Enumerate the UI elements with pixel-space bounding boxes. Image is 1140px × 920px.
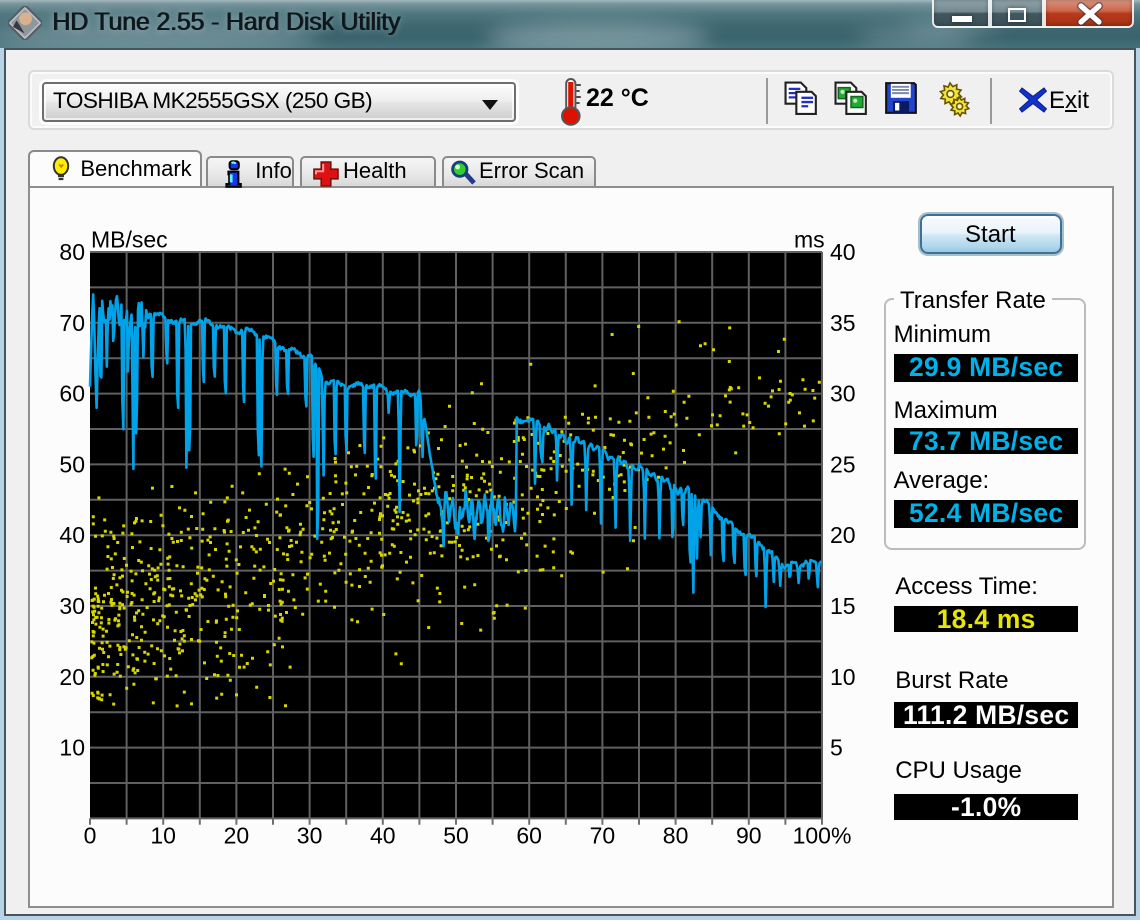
svg-text:10: 10 [830, 664, 856, 690]
svg-text:20: 20 [224, 822, 250, 848]
svg-text:90: 90 [736, 822, 762, 848]
svg-text:50: 50 [443, 822, 469, 848]
svg-text:30: 30 [59, 593, 85, 619]
svg-text:40: 40 [59, 522, 85, 548]
svg-text:30: 30 [830, 381, 856, 407]
svg-text:70: 70 [59, 310, 85, 336]
svg-text:25: 25 [830, 451, 856, 477]
svg-text:0: 0 [84, 822, 97, 848]
svg-text:35: 35 [830, 310, 856, 336]
svg-text:60: 60 [59, 381, 85, 407]
svg-text:ms: ms [794, 226, 825, 252]
svg-text:MB/sec: MB/sec [91, 226, 168, 252]
svg-text:20: 20 [59, 664, 85, 690]
svg-text:80: 80 [663, 822, 689, 848]
svg-text:80: 80 [59, 239, 85, 265]
svg-text:20: 20 [830, 522, 856, 548]
svg-text:50: 50 [59, 451, 85, 477]
svg-text:70: 70 [590, 822, 616, 848]
svg-text:5: 5 [830, 735, 843, 761]
svg-text:40: 40 [370, 822, 396, 848]
svg-text:40: 40 [830, 239, 856, 265]
svg-text:100%: 100% [793, 822, 852, 848]
svg-text:10: 10 [150, 822, 176, 848]
svg-text:60: 60 [516, 822, 542, 848]
svg-text:15: 15 [830, 593, 856, 619]
svg-text:30: 30 [297, 822, 323, 848]
svg-text:10: 10 [59, 735, 85, 761]
